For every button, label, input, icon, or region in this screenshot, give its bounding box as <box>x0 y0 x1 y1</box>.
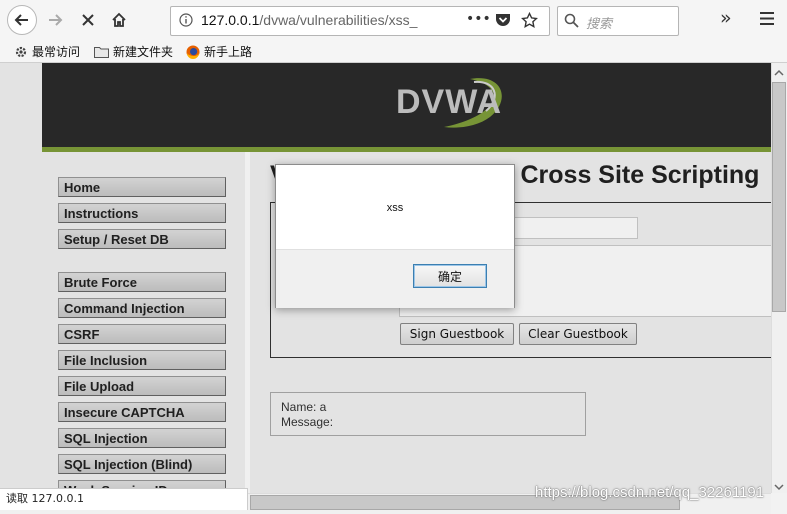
stop-x-icon <box>82 14 94 26</box>
page-viewport: DVWA Home Instructions Setup / Reset DB … <box>0 63 771 493</box>
gear-icon <box>15 46 27 57</box>
browser-toolbar: 127.0.0.1/dvwa/vulnerabilities/xss_ ••• … <box>0 0 787 40</box>
firefox-icon <box>186 45 200 59</box>
url-text[interactable]: 127.0.0.1/dvwa/vulnerabilities/xss_ <box>201 12 417 28</box>
alert-ok-button[interactable]: 确定 <box>413 264 487 288</box>
info-icon[interactable] <box>179 13 193 30</box>
alert-footer: 确定 <box>276 249 514 308</box>
status-bar: 读取 127.0.0.1 <box>0 488 248 510</box>
home-button[interactable] <box>107 8 131 32</box>
alert-message: xss <box>386 202 404 214</box>
page-actions-button[interactable]: ••• <box>466 11 491 27</box>
url-host: 127.0.0.1 <box>201 12 260 28</box>
bookmarks-bar: 最常访问 新建文件夹 新手上路 <box>0 40 787 63</box>
forward-arrow-icon <box>49 14 63 26</box>
stop-button[interactable] <box>76 8 100 32</box>
scroll-down-arrow-icon[interactable] <box>774 480 784 494</box>
bookmark-new-folder[interactable]: 新建文件夹 <box>94 43 173 60</box>
vertical-scroll-thumb[interactable] <box>772 82 786 312</box>
csdn-watermark: https://blog.csdn.net/qq_32261191 <box>535 484 765 501</box>
home-icon <box>112 12 126 27</box>
bookmark-label: 新建文件夹 <box>113 45 174 59</box>
bookmark-most-visited[interactable]: 最常访问 <box>14 43 80 60</box>
bookmark-label: 新手上路 <box>204 45 253 59</box>
hamburger-menu-icon[interactable] <box>760 12 774 28</box>
back-arrow-icon <box>14 14 28 26</box>
scroll-up-arrow-icon[interactable] <box>774 66 784 80</box>
pocket-icon[interactable] <box>495 13 511 31</box>
alert-dialog: xss 确定 <box>275 164 515 308</box>
bookmark-getting-started[interactable]: 新手上路 <box>186 43 252 60</box>
folder-icon <box>94 46 109 58</box>
forward-button[interactable] <box>43 8 67 32</box>
search-icon <box>564 13 579 31</box>
bookmark-label: 最常访问 <box>32 45 81 59</box>
url-bar[interactable]: 127.0.0.1/dvwa/vulnerabilities/xss_ ••• <box>170 6 550 36</box>
overflow-chevron-icon[interactable]: » <box>720 7 732 29</box>
search-placeholder: 搜索 <box>586 17 613 32</box>
back-button[interactable] <box>7 5 37 35</box>
bookmark-star-icon[interactable] <box>521 11 538 32</box>
search-box[interactable]: 搜索 <box>557 6 679 36</box>
url-path: /dvwa/vulnerabilities/xss_ <box>259 12 418 28</box>
